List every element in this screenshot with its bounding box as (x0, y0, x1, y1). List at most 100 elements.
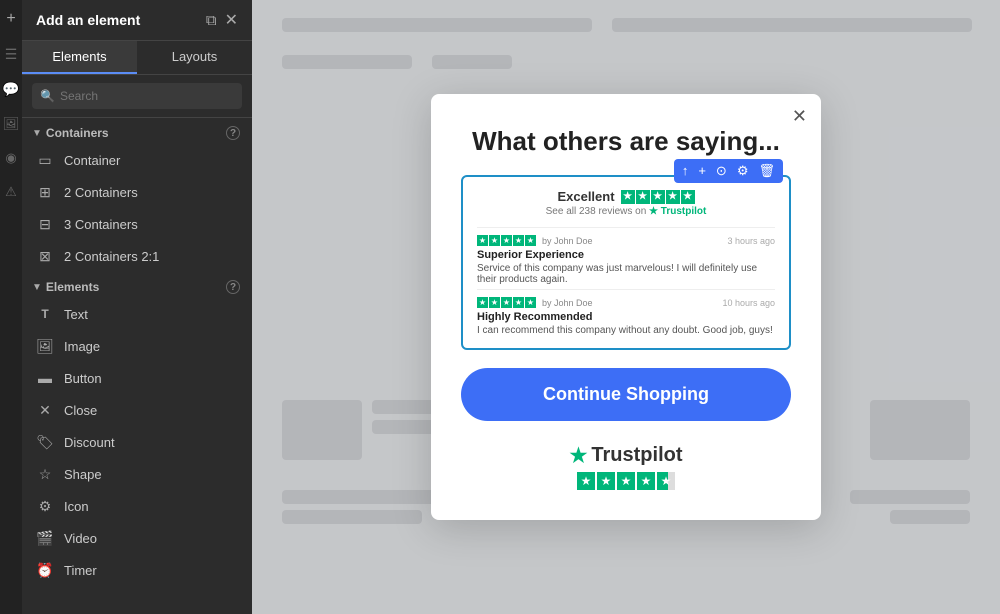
nav-icon-menu[interactable]: ☰ (5, 46, 18, 63)
2containers21-label: 2 Containers 2:1 (64, 249, 159, 264)
tp-reviewer-1: by John Doe (542, 236, 593, 246)
button-icon: ▬ (36, 369, 54, 387)
tp-star-4 (666, 190, 680, 204)
elements-help-icon[interactable]: ? (226, 280, 240, 294)
r1-star-2 (489, 235, 500, 246)
list-item-icon[interactable]: ⚙ Icon (22, 490, 252, 522)
tp-footer-star-1 (577, 472, 595, 490)
button-label: Button (64, 371, 102, 386)
r1-star-5 (525, 235, 536, 246)
continue-shopping-button[interactable]: Continue Shopping (461, 368, 791, 421)
containers-help-icon[interactable]: ? (226, 126, 240, 140)
list-item-2containers21[interactable]: ⊠ 2 Containers 2:1 (22, 240, 252, 272)
elements-section-header[interactable]: ▼ Elements ? (22, 272, 252, 298)
tp-star-5 (681, 190, 695, 204)
nav-icon-circle[interactable]: ◉ (5, 150, 16, 166)
text-icon: T (36, 305, 54, 323)
icon-element-icon: ⚙ (36, 497, 54, 515)
r1-star-4 (513, 235, 524, 246)
r2-star-5 (525, 297, 536, 308)
r2-star-2 (489, 297, 500, 308)
tp-footer-star-3 (617, 472, 635, 490)
containers-section-header[interactable]: ▼ Containers ? (22, 118, 252, 144)
tp-review-2: by John Doe 10 hours ago Highly Recommen… (477, 289, 775, 336)
expand-icon[interactable]: ⧉ (206, 12, 217, 29)
2containers-label: 2 Containers (64, 185, 138, 200)
tp-header: Excellent (477, 189, 775, 204)
2containers21-icon: ⊠ (36, 247, 54, 265)
list-item-timer[interactable]: ⏰ Timer (22, 554, 252, 586)
container-label: Container (64, 153, 120, 168)
image-icon: 🖼 (36, 337, 54, 355)
tp-footer-logo: ★ Trustpilot (461, 443, 791, 468)
close-icon[interactable]: ✕ (225, 10, 238, 30)
modal-overlay: ✕ What others are saying... ↑ + ⊙ ⚙ 🗑 (252, 0, 1000, 614)
icon-label: Icon (64, 499, 89, 514)
close-element-icon: ✕ (36, 401, 54, 419)
tp-brand-name: Trustpilot (661, 206, 707, 217)
nav-icon-image[interactable]: 🖼 (3, 116, 20, 132)
list-item-2containers[interactable]: ⊞ 2 Containers (22, 176, 252, 208)
list-item-image[interactable]: 🖼 Image (22, 330, 252, 362)
list-item-shape[interactable]: ☆ Shape (22, 458, 252, 490)
card-tool-delete[interactable]: 🗑 (754, 161, 779, 181)
search-wrap: 🔍 (22, 75, 252, 118)
containers-label: Containers (46, 126, 109, 140)
elements-caret: ▼ (32, 282, 42, 293)
tp-footer-stars (461, 472, 791, 490)
shape-label: Shape (64, 467, 102, 482)
tp-review-1-stars (477, 235, 536, 246)
tp-star-2 (636, 190, 650, 204)
r1-star-1 (477, 235, 488, 246)
tp-reviewer-2: by John Doe (542, 298, 593, 308)
list-item-text[interactable]: T Text (22, 298, 252, 330)
list-item-button[interactable]: ▬ Button (22, 362, 252, 394)
modal-title: What others are saying... (461, 126, 791, 157)
tp-review-1-text: Service of this company was just marvelo… (477, 263, 775, 285)
card-tool-up[interactable]: ↑ (678, 161, 693, 181)
r2-star-4 (513, 297, 524, 308)
list-item-discount[interactable]: 🏷 Discount (22, 426, 252, 458)
modal-close-button[interactable]: ✕ (792, 106, 807, 127)
elements-label: Elements (46, 280, 99, 294)
list-item-container[interactable]: ▭ Container (22, 144, 252, 176)
nav-icon-add[interactable]: + (6, 10, 15, 28)
card-tool-target[interactable]: ⊙ (712, 161, 731, 181)
card-toolbar: ↑ + ⊙ ⚙ 🗑 (674, 159, 783, 183)
nav-icon-alert[interactable]: ⚠ (5, 184, 17, 200)
close-label: Close (64, 403, 97, 418)
list-item-close[interactable]: ✕ Close (22, 394, 252, 426)
tp-time-2: 10 hours ago (722, 298, 775, 308)
search-input[interactable] (32, 83, 242, 109)
tp-review-count-text: See all 238 reviews on (546, 206, 647, 217)
r2-star-1 (477, 297, 488, 308)
discount-icon: 🏷 (36, 433, 54, 451)
tab-bar: Elements Layouts (22, 41, 252, 75)
tab-layouts[interactable]: Layouts (137, 41, 252, 74)
2containers-icon: ⊞ (36, 183, 54, 201)
tp-footer-brand: Trustpilot (591, 444, 682, 467)
tp-review-2-text: I can recommend this company without any… (477, 325, 775, 336)
tp-excellent-label: Excellent (557, 189, 614, 204)
tp-footer: ★ Trustpilot (461, 443, 791, 490)
list-item-video[interactable]: 🎬 Video (22, 522, 252, 554)
nav-icon-chat[interactable]: 💬 (2, 81, 19, 98)
3containers-icon: ⊟ (36, 215, 54, 233)
tp-review-1-header: by John Doe 3 hours ago (477, 235, 775, 246)
tp-review-2-title: Highly Recommended (477, 311, 775, 323)
3containers-label: 3 Containers (64, 217, 138, 232)
tp-footer-star-4 (637, 472, 655, 490)
tp-subtext: See all 238 reviews on ★ Trustpilot (477, 206, 775, 217)
main-canvas: ✕ What others are saying... ↑ + ⊙ ⚙ 🗑 (252, 0, 1000, 614)
tab-elements[interactable]: Elements (22, 41, 137, 74)
video-label: Video (64, 531, 97, 546)
discount-label: Discount (64, 435, 115, 450)
card-tool-settings[interactable]: ⚙ (733, 161, 753, 181)
list-item-3containers[interactable]: ⊟ 3 Containers (22, 208, 252, 240)
sidebar: Add an element ⧉ ✕ Elements Layouts 🔍 ▼ … (22, 0, 252, 614)
tp-footer-star-5-half (657, 472, 675, 490)
tp-footer-star-2 (597, 472, 615, 490)
sidebar-header: Add an element ⧉ ✕ (22, 0, 252, 41)
r2-star-3 (501, 297, 512, 308)
card-tool-add[interactable]: + (694, 161, 710, 181)
